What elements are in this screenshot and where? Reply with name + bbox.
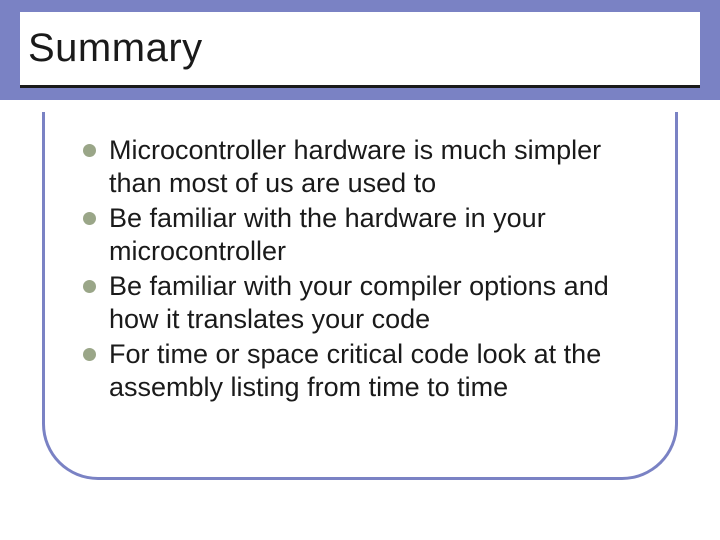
bullet-text: Be familiar with your compiler options a… xyxy=(109,271,609,334)
list-item: Be familiar with the hardware in your mi… xyxy=(83,202,637,268)
bullet-icon xyxy=(83,348,96,361)
bullet-list: Microcontroller hardware is much simpler… xyxy=(83,134,637,404)
slide-title-container: Summary xyxy=(20,12,700,88)
bullet-text: Be familiar with the hardware in your mi… xyxy=(109,203,546,266)
list-item: Be familiar with your compiler options a… xyxy=(83,270,637,336)
list-item: For time or space critical code look at … xyxy=(83,338,637,404)
bullet-text: Microcontroller hardware is much simpler… xyxy=(109,135,601,198)
slide-title: Summary xyxy=(28,26,203,71)
bullet-icon xyxy=(83,280,96,293)
bullet-text: For time or space critical code look at … xyxy=(109,339,601,402)
bullet-icon xyxy=(83,212,96,225)
list-item: Microcontroller hardware is much simpler… xyxy=(83,134,637,200)
bullet-icon xyxy=(83,144,96,157)
slide-content-frame: Microcontroller hardware is much simpler… xyxy=(42,112,678,480)
